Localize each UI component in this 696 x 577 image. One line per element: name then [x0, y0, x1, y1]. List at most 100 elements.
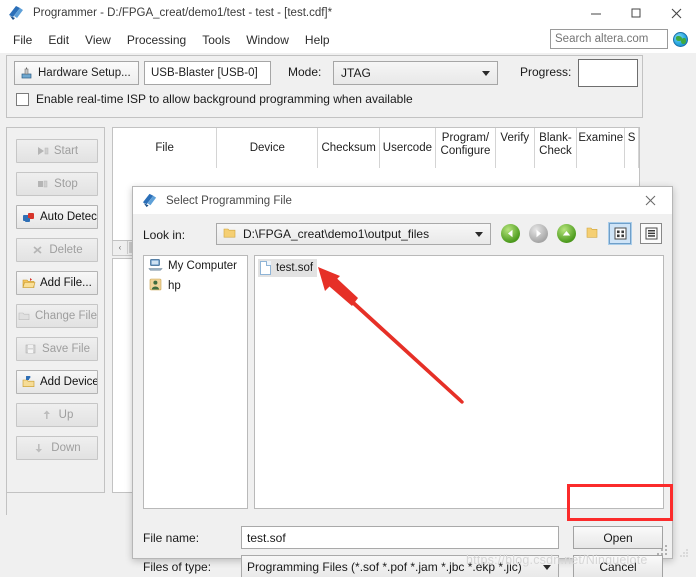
globe-icon[interactable] — [673, 31, 688, 47]
look-in-dropdown[interactable]: D:\FPGA_creat\demo1\output_files — [216, 223, 491, 245]
table-header-row: File Device Checksum Usercode Program/ C… — [113, 128, 639, 168]
parent-dir-icon[interactable] — [557, 224, 576, 243]
save-file-label: Save File — [42, 343, 90, 355]
isp-checkbox[interactable] — [16, 92, 29, 106]
delete-label: Delete — [49, 244, 83, 256]
altera-logo-icon — [7, 4, 25, 22]
folder-icon — [223, 227, 237, 241]
add-device-button[interactable]: Add Device — [16, 370, 98, 394]
search-input[interactable] — [550, 29, 668, 49]
dialog-title-text: Select Programming File — [166, 194, 292, 207]
dialog-resize-grip[interactable] — [657, 545, 669, 557]
add-file-button[interactable]: Add File... — [16, 271, 98, 295]
column-header-checksum[interactable]: Checksum — [318, 128, 380, 168]
move-up-label: Up — [58, 409, 74, 421]
window-title-text: Programmer - D:/FPGA_creat/demo1/test - … — [33, 7, 333, 19]
mode-dropdown[interactable]: JTAG — [333, 61, 498, 85]
add-file-icon — [22, 277, 36, 290]
open-button[interactable]: Open — [573, 526, 663, 549]
menu-item-processing[interactable]: Processing — [119, 30, 194, 50]
stop-button[interactable]: Stop — [16, 172, 98, 196]
change-file-icon — [17, 310, 31, 323]
dialog-navigation-buttons — [501, 222, 662, 245]
action-button-column: Start Stop Auto Detec Delete Add File...… — [6, 127, 105, 493]
watermark-text: https://blog.csdn.net/Ninquelote — [466, 553, 648, 567]
file-name-label: test.sof — [276, 262, 314, 274]
move-down-label: Down — [51, 442, 81, 454]
isp-checkbox-row[interactable]: Enable real-time ISP to allow background… — [16, 92, 413, 106]
move-down-button[interactable]: Down — [16, 436, 98, 460]
column-header-file[interactable]: File — [113, 128, 218, 168]
change-file-button[interactable]: Change File — [16, 304, 98, 328]
file-list-panel[interactable]: test.sof — [254, 255, 664, 509]
column-header-security[interactable]: S — [625, 128, 639, 168]
mode-label: Mode: — [288, 65, 322, 79]
down-icon — [33, 442, 47, 455]
isp-checkbox-label: Enable real-time ISP to allow background… — [36, 92, 413, 106]
file-name-label: File name: — [143, 531, 200, 545]
start-button[interactable]: Start — [16, 139, 98, 163]
places-sidebar: My Computer hp — [143, 255, 248, 509]
place-label: My Computer — [168, 260, 238, 272]
chevron-down-icon — [475, 232, 483, 237]
menu-item-file[interactable]: File — [5, 30, 40, 50]
menu-item-tools[interactable]: Tools — [194, 30, 238, 50]
select-programming-file-dialog: Select Programming File Look in: D:\FPGA… — [132, 186, 673, 577]
hardware-value-field: USB-Blaster [USB-0] — [144, 61, 271, 85]
menu-bar: File Edit View Processing Tools Window H… — [0, 26, 696, 53]
menu-item-window[interactable]: Window — [238, 30, 297, 50]
hardware-icon — [20, 67, 34, 80]
place-my-computer[interactable]: My Computer — [144, 256, 247, 276]
save-file-button[interactable]: Save File — [16, 337, 98, 361]
new-folder-icon[interactable] — [585, 226, 600, 241]
hardware-setup-button[interactable]: Hardware Setup... — [14, 61, 139, 85]
place-label: hp — [168, 280, 181, 292]
dialog-title-bar: Select Programming File — [133, 187, 672, 214]
files-of-type-label: Files of type: — [143, 560, 212, 574]
file-name-input[interactable]: test.sof — [241, 526, 559, 549]
minimize-button[interactable] — [576, 0, 616, 26]
column-header-blank-check[interactable]: Blank- Check — [535, 128, 578, 168]
menu-item-view[interactable]: View — [77, 30, 119, 50]
column-header-program-configure[interactable]: Program/ Configure — [436, 128, 496, 168]
app-window: Programmer - D:/FPGA_creat/demo1/test - … — [0, 0, 696, 577]
hardware-setup-label: Hardware Setup... — [38, 67, 131, 79]
add-device-icon — [22, 374, 36, 389]
save-file-icon — [24, 343, 38, 356]
auto-detect-button[interactable]: Auto Detec — [16, 205, 98, 229]
forward-icon[interactable] — [529, 224, 548, 243]
up-icon — [41, 409, 55, 422]
computer-icon — [148, 258, 163, 274]
move-up-button[interactable]: Up — [16, 403, 98, 427]
altera-logo-icon — [141, 192, 158, 209]
auto-detect-label: Auto Detec — [40, 211, 97, 223]
look-in-label: Look in: — [143, 228, 186, 242]
menu-item-edit[interactable]: Edit — [40, 30, 77, 50]
menu-item-help[interactable]: Help — [297, 30, 338, 50]
panel-splitter[interactable] — [6, 493, 105, 515]
column-header-verify[interactable]: Verify — [496, 128, 535, 168]
back-icon[interactable] — [501, 224, 520, 243]
dialog-body: Look in: D:\FPGA_creat\demo1\output_file… — [133, 214, 672, 577]
start-label: Start — [53, 145, 79, 157]
add-device-label: Add Device — [40, 376, 97, 388]
delete-button[interactable]: Delete — [16, 238, 98, 262]
change-file-label: Change File — [35, 310, 97, 322]
list-view-icon[interactable] — [608, 222, 632, 245]
detail-view-icon[interactable] — [640, 223, 662, 244]
mode-value: JTAG — [341, 66, 371, 80]
close-button[interactable] — [656, 0, 696, 26]
scroll-left-arrow-icon[interactable]: ‹ — [113, 241, 128, 254]
look-in-path: D:\FPGA_creat\demo1\output_files — [243, 227, 430, 241]
column-header-device[interactable]: Device — [217, 128, 319, 168]
toolbar-row: Hardware Setup... USB-Blaster [USB-0] Mo… — [7, 59, 642, 87]
column-header-usercode[interactable]: Usercode — [380, 128, 436, 168]
window-title-bar: Programmer - D:/FPGA_creat/demo1/test - … — [0, 0, 696, 26]
file-list-item[interactable]: test.sof — [258, 259, 318, 277]
column-header-examine[interactable]: Examine — [577, 128, 626, 168]
place-hp[interactable]: hp — [144, 276, 247, 296]
maximize-button[interactable] — [616, 0, 656, 26]
chevron-down-icon — [482, 71, 490, 76]
window-controls — [576, 0, 696, 26]
dialog-close-button[interactable] — [632, 187, 668, 214]
